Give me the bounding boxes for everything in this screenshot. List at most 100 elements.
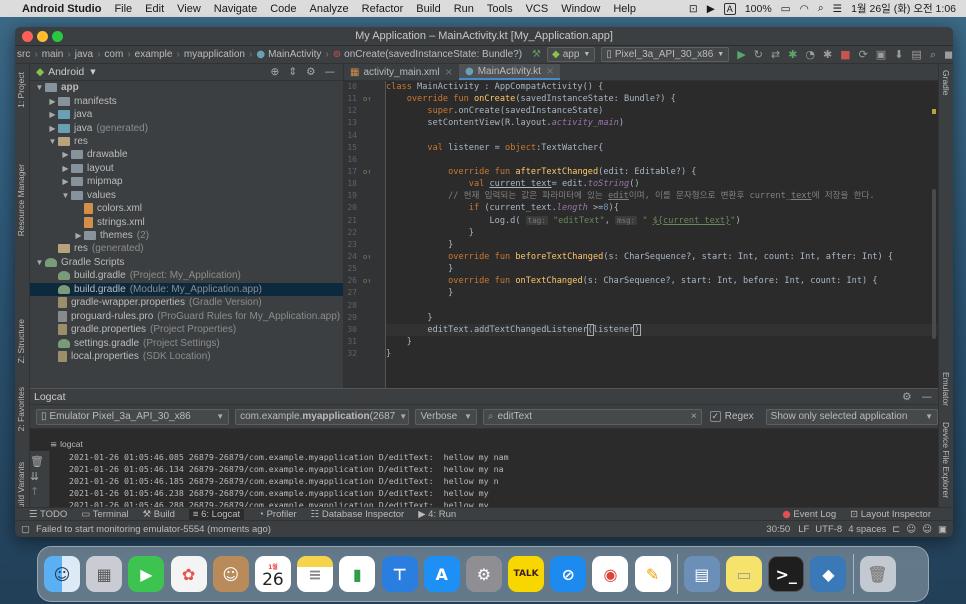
expand-right-icon[interactable]: ▶ [60, 150, 71, 159]
lock-icon[interactable]: ⊏ [892, 524, 900, 535]
sdk-manager-icon[interactable]: ⬇ [894, 48, 903, 61]
search-icon[interactable]: ⌕ [818, 2, 824, 15]
close-icon[interactable]: × [546, 66, 554, 77]
menu-run[interactable]: Run [454, 3, 474, 15]
expand-down-icon[interactable]: ▼ [34, 83, 45, 92]
menu-datetime[interactable]: 1월 26일 (화) 오전 1:06 [851, 1, 956, 16]
tree-item[interactable]: local.properties (SDK Location) [30, 350, 343, 363]
code-area[interactable]: class MainActivity : AppCompatActivity()… [386, 81, 938, 360]
logcat-device-dropdown[interactable]: ▯ Emulator Pixel_3a_API_30_x86 ▼ [36, 408, 230, 425]
tree-item[interactable]: res (generated) [30, 242, 343, 255]
memory-icon[interactable]: ▣ [938, 524, 947, 535]
favorites-tool-tab[interactable]: 2: Favorites [16, 387, 26, 431]
logcat-output[interactable]: 🗑 ⇊ ↑ 2021-01-26 01:05:46.085 26879-2687… [30, 451, 938, 522]
override-marker-icon[interactable]: o↑ [363, 277, 371, 285]
contacts-icon[interactable]: ☺ [212, 556, 249, 592]
menu-code[interactable]: Code [270, 3, 296, 15]
chevron-down-icon[interactable]: ▼ [90, 68, 95, 76]
run-tool-tab[interactable]: ▶ 4: Run [418, 509, 456, 520]
minimize-window-button[interactable] [37, 31, 48, 42]
breadcrumb-item[interactable]: myapplication [184, 49, 245, 60]
emulator-tool-tab[interactable]: Emulator [941, 372, 951, 406]
tree-item[interactable]: build.gradle (Project: My_Application) [30, 269, 343, 282]
tree-item[interactable]: ▶ layout [30, 162, 343, 175]
android-studio-icon[interactable]: ◆ [810, 556, 847, 592]
apply-code-changes-icon[interactable]: ⇄ [771, 48, 780, 61]
regex-checkbox[interactable]: ✓ Regex [709, 411, 754, 422]
logcat-sub-tab[interactable]: ≡ logcat [50, 439, 83, 450]
logcat-tool-tab[interactable]: ≡ 6: Logcat [188, 508, 245, 520]
menu-tools[interactable]: Tools [487, 3, 513, 15]
keynote-icon[interactable]: ⊤ [381, 556, 418, 592]
breadcrumb-item[interactable]: example [135, 49, 173, 60]
breadcrumb-item[interactable]: java [75, 49, 93, 60]
resource-manager-tool-tab[interactable]: Resource Manager [16, 164, 26, 236]
menu-file[interactable]: File [114, 3, 132, 15]
clear-icon[interactable]: × [687, 411, 697, 422]
hide-icon[interactable]: — [922, 391, 933, 403]
tree-item[interactable]: gradle.properties (Project Properties) [30, 323, 343, 336]
inspector-icon[interactable]: ☺ [906, 524, 916, 535]
override-marker-icon[interactable]: o↑ [363, 253, 371, 261]
tab-main-activity-kt[interactable]: ● MainActivity.kt × [458, 64, 561, 80]
apply-changes-icon[interactable]: ↻ [754, 48, 763, 61]
expand-right-icon[interactable]: ▶ [73, 231, 84, 240]
status-message[interactable]: Failed to start monitoring emulator-5554… [36, 524, 271, 535]
stickies-icon[interactable]: ▭ [726, 556, 762, 592]
expand-right-icon[interactable]: ▶ [47, 97, 58, 106]
terminal-tool-tab[interactable]: ▭ Terminal [81, 509, 128, 520]
tree-item[interactable]: gradle-wrapper.properties (Gradle Version… [30, 296, 343, 309]
tree-item[interactable]: ▶ drawable [30, 148, 343, 161]
close-icon[interactable]: × [445, 67, 453, 78]
expand-right-icon[interactable]: ▶ [60, 164, 71, 173]
expand-down-icon[interactable]: ▼ [60, 191, 71, 200]
run-icon[interactable]: ▶ [737, 48, 745, 61]
tree-item[interactable]: proguard-rules.pro (ProGuard Rules for My… [30, 309, 343, 322]
device-manager-icon[interactable]: ▣ [876, 48, 886, 61]
expand-down-icon[interactable]: ▼ [34, 258, 45, 267]
tree-item[interactable]: ▼ res [30, 135, 343, 148]
todo-tool-tab[interactable]: ☰ TODO [29, 509, 67, 520]
breadcrumb-item[interactable]: MainActivity [268, 49, 321, 60]
tree-item[interactable]: colors.xml [30, 202, 343, 215]
logcat-search-input[interactable]: ⌕ editText × [482, 408, 702, 425]
menu-help[interactable]: Help [613, 3, 636, 15]
hammer-icon[interactable]: ⚒ [532, 49, 541, 60]
photos-icon[interactable]: ✿ [170, 556, 207, 592]
preview-icon[interactable]: ▤ [683, 556, 720, 592]
layout-inspector-icon[interactable]: ▤ [911, 48, 921, 61]
device-file-explorer-tool-tab[interactable]: Device File Explorer [941, 422, 951, 498]
collapse-all-icon[interactable]: ⇕ [288, 66, 297, 78]
terminal-icon[interactable]: >_ [768, 556, 805, 592]
project-view-mode[interactable]: Android [48, 66, 84, 78]
tree-item[interactable]: ▶ manifests [30, 94, 343, 107]
override-marker-icon[interactable]: o↑ [363, 95, 371, 103]
search-everywhere-icon[interactable]: ⌕ [930, 48, 936, 62]
hanja-icon[interactable]: ⊡ [689, 3, 698, 15]
cursor-position[interactable]: 30:50 [766, 524, 790, 535]
expand-right-icon[interactable]: ▶ [47, 124, 58, 133]
scroll-to-end-icon[interactable]: ⇊ [30, 470, 39, 483]
account-icon[interactable]: ◼ [944, 48, 953, 61]
up-icon[interactable]: ↑ [30, 485, 39, 498]
locate-icon[interactable]: ⊕ [270, 66, 279, 78]
keyboard-input-indicator[interactable]: A [723, 2, 736, 15]
app-store-icon[interactable]: A [423, 556, 460, 592]
gear-icon[interactable]: ⚙ [902, 391, 911, 403]
menu-analyze[interactable]: Analyze [310, 3, 349, 15]
breadcrumb-item[interactable]: onCreate(savedInstanceState: Bundle?) [344, 49, 522, 60]
calendar-icon[interactable]: 1월 26 [254, 556, 291, 592]
profile-icon[interactable]: ◔ [805, 48, 815, 61]
notifications-icon[interactable]: ☺ [922, 524, 932, 535]
breadcrumb-item[interactable]: main [42, 49, 64, 60]
facetime-icon[interactable]: ▶ [128, 556, 165, 592]
build-tool-tab[interactable]: ⚒ Build [143, 509, 175, 520]
editor-scrollbar[interactable] [932, 189, 936, 339]
launchpad-icon[interactable]: ▦ [86, 556, 123, 592]
tree-item[interactable]: ▶ themes (2) [30, 229, 343, 242]
tab-activity-main-xml[interactable]: ▦ activity_main.xml × [344, 64, 459, 80]
profiler-tool-tab[interactable]: ◔ Profiler [258, 509, 296, 520]
logcat-process-dropdown[interactable]: com.example. myapplication (2687 ▼ [235, 408, 410, 425]
pages-icon[interactable]: ✎ [634, 556, 671, 592]
menu-app-name[interactable]: Android Studio [22, 3, 101, 15]
